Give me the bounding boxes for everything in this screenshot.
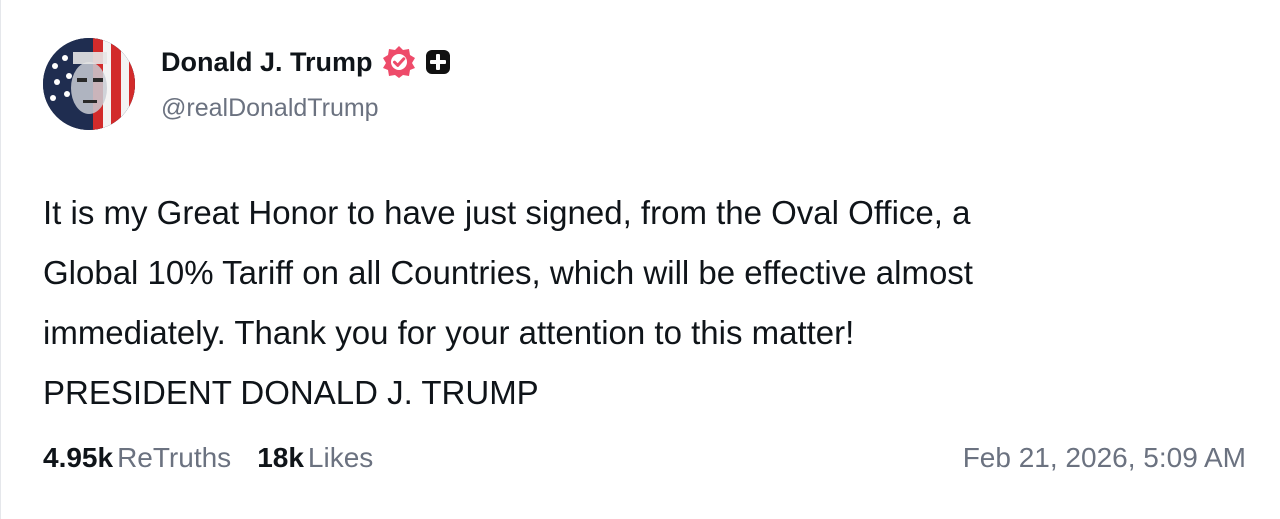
plus-square-icon: [425, 49, 451, 75]
author-name-row: Donald J. Trump: [161, 44, 451, 80]
retruths-count: 4.95k: [43, 442, 114, 473]
avatar[interactable]: [43, 38, 135, 130]
likes-label: Likes: [307, 442, 374, 473]
post-timestamp[interactable]: Feb 21, 2026, 5:09 AM: [963, 442, 1246, 474]
post-content: It is my Great Honor to have just signed…: [43, 183, 1243, 423]
post-text-line: It is my Great Honor to have just signed…: [43, 194, 971, 231]
retruths-label: ReTruths: [117, 442, 232, 473]
post-text-line: immediately. Thank you for your attentio…: [43, 314, 855, 351]
display-name[interactable]: Donald J. Trump: [161, 47, 373, 78]
retruths-stat[interactable]: 4.95k ReTruths: [43, 442, 231, 474]
post-stats: 4.95k ReTruths 18k Likes: [43, 442, 399, 474]
post-footer: 4.95k ReTruths 18k Likes Feb 21, 2026, 5:0…: [43, 442, 1246, 474]
post-text-line: Global 10% Tariff on all Countries, whic…: [43, 254, 973, 291]
verified-check-icon: [381, 44, 417, 80]
avatar-image: [43, 38, 135, 130]
likes-count: 18k: [257, 442, 304, 473]
post-card: Donald J. Trump @realDonaldTrump It is m…: [0, 0, 1280, 519]
post-text-line: PRESIDENT DONALD J. TRUMP: [43, 374, 539, 411]
likes-stat[interactable]: 18k Likes: [257, 442, 373, 474]
author-handle[interactable]: @realDonaldTrump: [161, 94, 379, 123]
